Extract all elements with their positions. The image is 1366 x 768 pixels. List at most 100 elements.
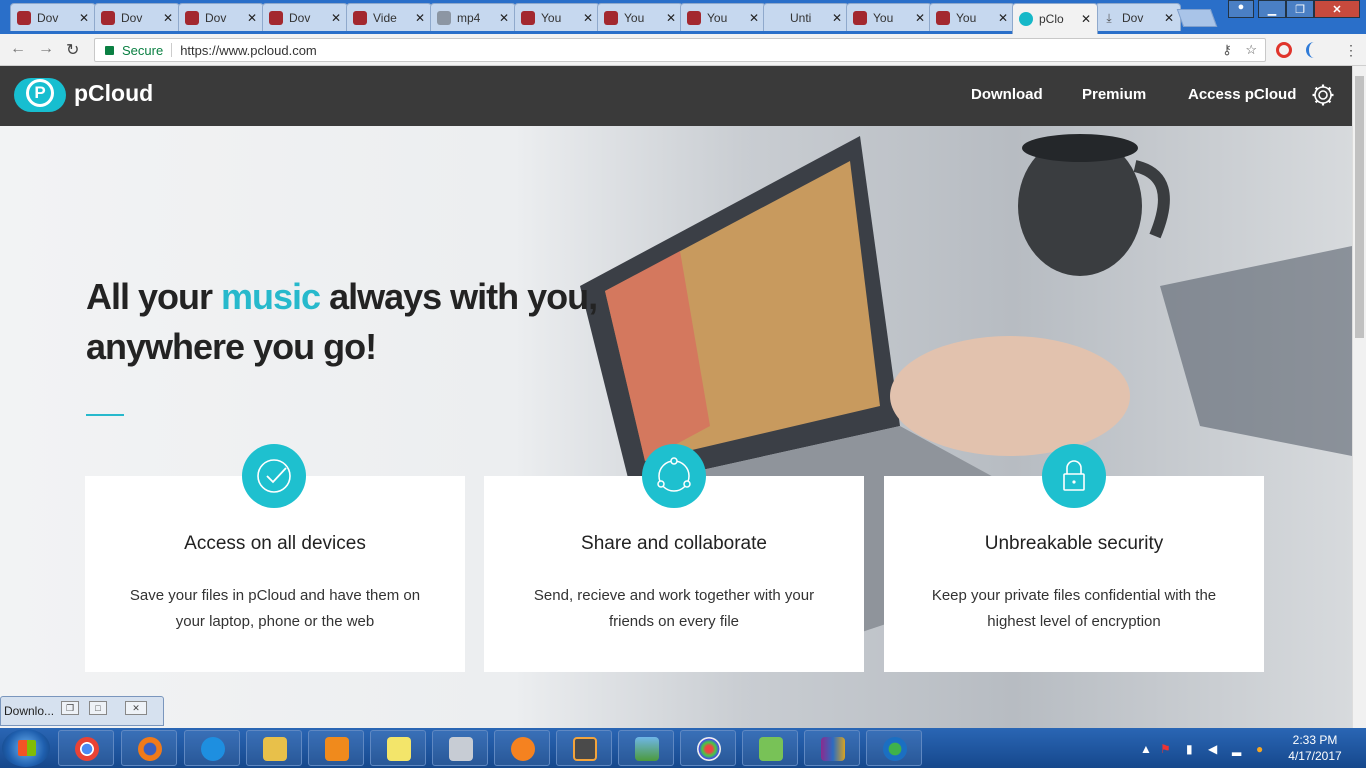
back-arrow-icon[interactable]: ← (10, 40, 26, 58)
reload-icon[interactable]: ↻ (66, 40, 79, 60)
minimized-window[interactable]: Downlo... ❐ □ ✕ (0, 696, 164, 726)
clock-time: 2:33 PM (1292, 733, 1338, 747)
new-tab-button[interactable] (1176, 9, 1218, 27)
paint-icon (697, 737, 721, 761)
close-icon[interactable]: ✕ (832, 11, 842, 25)
close-icon[interactable]: ✕ (749, 11, 759, 25)
media-icon (269, 10, 283, 25)
key-icon[interactable]: ⚷ (1222, 42, 1232, 57)
blank-page-icon (770, 11, 784, 25)
logo-letter: P (26, 79, 54, 107)
volume-icon[interactable]: ◀ (1208, 742, 1217, 756)
taskbar-avast[interactable] (494, 730, 550, 766)
opera-extension-icon[interactable] (1276, 42, 1292, 58)
taskbar-calculator[interactable] (432, 730, 488, 766)
profile-icon[interactable]: ● (1228, 0, 1254, 18)
divider (171, 43, 173, 57)
close-icon[interactable]: ✕ (163, 11, 173, 25)
sublime-text-icon (573, 737, 597, 761)
tab-title: Vide (373, 10, 397, 25)
browser-tab[interactable]: Dov ✕ (178, 3, 264, 31)
browser-tab[interactable]: You ✕ (680, 3, 766, 31)
status-icon[interactable]: ● (1256, 742, 1263, 756)
browser-tab[interactable]: Unti ✕ (763, 3, 849, 31)
nav-download-link[interactable]: Download (971, 86, 1043, 103)
nav-access-link[interactable]: Access pCloud (1188, 86, 1296, 103)
omnibox-actions: ⚷ ☆ (1222, 42, 1257, 58)
address-bar[interactable]: Secure https://www.pcloud.com ⚷ ☆ (94, 38, 1266, 62)
bookmark-star-icon[interactable]: ☆ (1245, 42, 1257, 57)
maximize-icon[interactable]: ❐ (1286, 0, 1314, 18)
wifi-extension-icon[interactable] (1306, 42, 1322, 58)
close-icon[interactable]: ✕ (415, 11, 425, 25)
hero-section: All your music always with you, anywhere… (0, 126, 1352, 728)
browser-tab[interactable]: Dov ✕ (10, 3, 96, 31)
network-error-icon[interactable]: ⚑ (1160, 742, 1171, 756)
taskbar-android[interactable] (742, 730, 798, 766)
tab-title: Unti (790, 10, 812, 25)
taskbar-internet-explorer[interactable] (184, 730, 240, 766)
gear-icon[interactable] (1311, 83, 1335, 107)
tab-title: mp4 (457, 10, 481, 25)
windows-logo-icon (18, 740, 36, 756)
close-icon[interactable]: ✕ (1164, 11, 1174, 25)
signal-icon[interactable]: ▂ (1232, 742, 1241, 756)
browser-tab[interactable]: mp4 ✕ (430, 3, 516, 31)
taskbar-clock[interactable]: 2:33 PM 4/17/2017 (1280, 732, 1350, 764)
browser-tab[interactable]: You ✕ (514, 3, 600, 31)
taskbar-firefox[interactable] (121, 730, 177, 766)
browser-tab[interactable]: Vide ✕ (346, 3, 432, 31)
close-icon[interactable]: ✕ (998, 11, 1008, 25)
taskbar-network-app[interactable] (866, 730, 922, 766)
browser-tab[interactable]: ⤓ Dov ✕ (1095, 3, 1181, 31)
close-icon[interactable]: ✕ (915, 11, 925, 25)
url-text[interactable]: https://www.pcloud.com (180, 43, 317, 58)
browser-tab[interactable]: You ✕ (597, 3, 683, 31)
taskbar-sublime-text[interactable] (556, 730, 612, 766)
close-icon[interactable]: ✕ (583, 11, 593, 25)
media-icon (101, 10, 115, 25)
nav-premium-link[interactable]: Premium (1082, 86, 1146, 103)
taskbar-chrome[interactable] (58, 730, 114, 766)
taskbar-sticky-notes[interactable] (370, 730, 426, 766)
close-window-icon[interactable]: ✕ (1314, 0, 1360, 18)
folder-icon (263, 737, 287, 761)
menu-icon[interactable]: ⋮ (1344, 42, 1358, 59)
lock-icon (105, 45, 114, 55)
close-icon[interactable]: ✕ (1081, 12, 1091, 26)
minimize-icon[interactable]: ▁ (1258, 0, 1286, 18)
minimized-window-title: Downlo... (4, 704, 55, 718)
scrollbar-thumb[interactable] (1355, 76, 1364, 338)
taskbar-picture-viewer[interactable] (618, 730, 674, 766)
check-circle-icon (242, 444, 306, 508)
browser-tab-active[interactable]: pClo ✕ (1012, 3, 1098, 34)
browser-tab[interactable]: Dov ✕ (262, 3, 348, 31)
tab-title: Dov (1122, 10, 1144, 25)
tab-title: Dov (289, 10, 311, 25)
feature-text: Keep your private files confidential wit… (931, 587, 1217, 630)
pause-icon (521, 10, 535, 25)
media-icon (353, 10, 367, 25)
close-icon[interactable]: ✕ (247, 11, 257, 25)
logo-text[interactable]: pCloud (74, 80, 153, 107)
restore-icon[interactable]: ❐ (61, 701, 79, 715)
battery-icon[interactable]: ▮ (1186, 742, 1193, 756)
taskbar-paint[interactable] (680, 730, 736, 766)
taskbar-file-explorer[interactable] (246, 730, 302, 766)
browser-tab[interactable]: You ✕ (929, 3, 1015, 31)
browser-tab[interactable]: Dov ✕ (94, 3, 180, 31)
close-icon[interactable]: ✕ (331, 11, 341, 25)
close-icon[interactable]: ✕ (666, 11, 676, 25)
close-icon[interactable]: ✕ (125, 701, 147, 715)
taskbar-media-player[interactable] (308, 730, 364, 766)
forward-arrow-icon[interactable]: → (38, 40, 54, 58)
maximize-icon[interactable]: □ (89, 701, 107, 715)
taskbar-winrar[interactable] (804, 730, 860, 766)
pause-icon (604, 10, 618, 25)
show-hidden-icons-icon[interactable]: ▲ (1140, 742, 1152, 756)
avast-icon (511, 737, 535, 761)
close-icon[interactable]: ✕ (79, 11, 89, 25)
close-icon[interactable]: ✕ (499, 11, 509, 25)
start-button[interactable] (2, 729, 50, 767)
browser-tab[interactable]: You ✕ (846, 3, 932, 31)
